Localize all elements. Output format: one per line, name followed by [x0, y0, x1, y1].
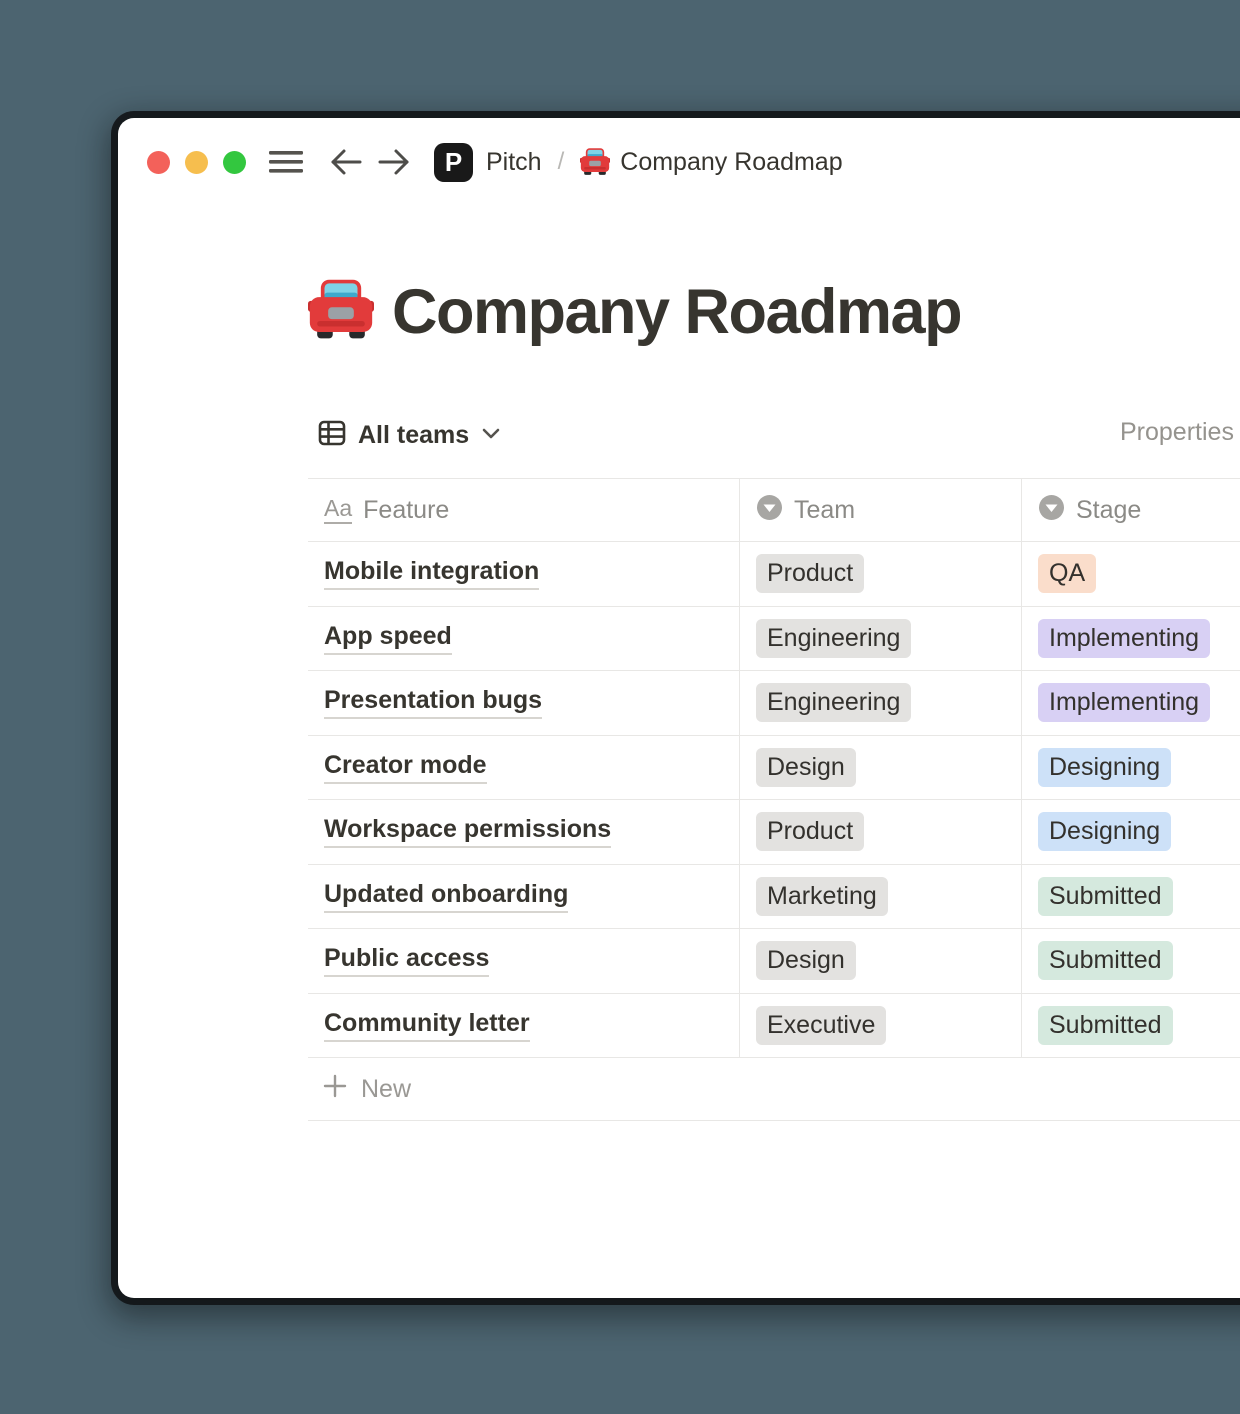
new-row-label: New [361, 1075, 411, 1104]
team-badge[interactable]: Engineering [756, 619, 911, 658]
menu-icon[interactable] [268, 149, 304, 175]
table-body: Mobile integration Product QA App speed … [308, 542, 1240, 1058]
table-row: Updated onboarding Marketing Submitted [308, 865, 1240, 930]
stage-badge[interactable]: Submitted [1038, 941, 1173, 980]
table-header-row: Aa Feature Team [308, 478, 1240, 542]
stage-cell[interactable]: Implementing [1022, 671, 1240, 735]
stage-cell[interactable]: Designing [1022, 800, 1240, 864]
select-property-icon [756, 494, 783, 526]
table-row: Workspace permissions Product Designing [308, 800, 1240, 865]
view-switcher[interactable]: All teams [318, 414, 501, 456]
table-view-icon [318, 419, 346, 452]
table-row: Presentation bugs Engineering Implementi… [308, 671, 1240, 736]
table-row: Community letter Executive Submitted [308, 994, 1240, 1059]
team-cell[interactable]: Marketing [740, 865, 1022, 929]
stage-badge[interactable]: Implementing [1038, 683, 1210, 722]
team-badge[interactable]: Product [756, 812, 864, 851]
stage-badge[interactable]: Submitted [1038, 877, 1173, 916]
column-label: Team [794, 496, 855, 525]
feature-cell[interactable]: Mobile integration [308, 542, 740, 606]
feature-cell[interactable]: App speed [308, 607, 740, 671]
stage-badge[interactable]: Submitted [1038, 1006, 1173, 1045]
feature-cell[interactable]: Workspace permissions [308, 800, 740, 864]
feature-cell[interactable]: Public access [308, 929, 740, 993]
team-cell[interactable]: Design [740, 736, 1022, 800]
car-icon [580, 147, 610, 177]
forward-arrow-icon[interactable] [378, 148, 410, 176]
pitch-logo[interactable]: P [434, 143, 473, 182]
team-badge[interactable]: Executive [756, 1006, 886, 1045]
new-row-button[interactable]: New [308, 1058, 1240, 1121]
breadcrumb-page-name[interactable]: Company Roadmap [620, 148, 842, 177]
stage-badge[interactable]: QA [1038, 554, 1096, 593]
stage-cell[interactable]: Submitted [1022, 929, 1240, 993]
breadcrumb-app-name[interactable]: Pitch [486, 148, 542, 177]
stage-badge[interactable]: Implementing [1038, 619, 1210, 658]
feature-page-link[interactable]: Updated onboarding [324, 880, 568, 913]
stage-badge[interactable]: Designing [1038, 748, 1171, 787]
page-title-text[interactable]: Company Roadmap [392, 276, 961, 348]
team-cell[interactable]: Design [740, 929, 1022, 993]
stage-cell[interactable]: Designing [1022, 736, 1240, 800]
stage-badge[interactable]: Designing [1038, 812, 1171, 851]
team-badge[interactable]: Product [756, 554, 864, 593]
roadmap-table: Aa Feature Team [308, 478, 1240, 1121]
plus-icon [322, 1073, 348, 1106]
column-header-team[interactable]: Team [740, 479, 1022, 541]
zoom-button[interactable] [223, 151, 246, 174]
feature-cell[interactable]: Updated onboarding [308, 865, 740, 929]
team-cell[interactable]: Engineering [740, 607, 1022, 671]
feature-page-link[interactable]: App speed [324, 622, 452, 655]
app-window: P Pitch / Company Roadmap [118, 118, 1240, 1298]
car-icon [308, 277, 374, 348]
team-cell[interactable]: Product [740, 542, 1022, 606]
feature-page-link[interactable]: Mobile integration [324, 557, 539, 590]
team-badge[interactable]: Design [756, 748, 856, 787]
feature-page-link[interactable]: Community letter [324, 1009, 530, 1042]
team-badge[interactable]: Marketing [756, 877, 888, 916]
column-label: Stage [1076, 496, 1141, 525]
column-label: Feature [363, 496, 449, 525]
team-cell[interactable]: Executive [740, 994, 1022, 1058]
table-row: Public access Design Submitted [308, 929, 1240, 994]
stage-cell[interactable]: QA [1022, 542, 1240, 606]
text-property-icon: Aa [324, 497, 352, 524]
select-property-icon [1038, 494, 1065, 526]
feature-cell[interactable]: Community letter [308, 994, 740, 1058]
chevron-down-icon [481, 426, 501, 445]
page-title: Company Roadmap [308, 276, 961, 348]
minimize-button[interactable] [185, 151, 208, 174]
feature-page-link[interactable]: Creator mode [324, 751, 487, 784]
feature-page-link[interactable]: Public access [324, 944, 489, 977]
feature-page-link[interactable]: Workspace permissions [324, 815, 611, 848]
stage-cell[interactable]: Submitted [1022, 994, 1240, 1058]
column-header-feature[interactable]: Aa Feature [308, 479, 740, 541]
close-button[interactable] [147, 151, 170, 174]
column-header-stage[interactable]: Stage [1022, 479, 1240, 541]
table-row: Creator mode Design Designing [308, 736, 1240, 801]
feature-page-link[interactable]: Presentation bugs [324, 686, 542, 719]
team-badge[interactable]: Design [756, 941, 856, 980]
table-row: Mobile integration Product QA [308, 542, 1240, 607]
view-label: All teams [358, 421, 469, 450]
breadcrumb-separator: / [558, 148, 565, 176]
pitch-logo-letter: P [445, 147, 462, 178]
traffic-lights [147, 151, 246, 174]
stage-cell[interactable]: Implementing [1022, 607, 1240, 671]
back-arrow-icon[interactable] [330, 148, 362, 176]
table-row: App speed Engineering Implementing [308, 607, 1240, 672]
team-cell[interactable]: Product [740, 800, 1022, 864]
team-badge[interactable]: Engineering [756, 683, 911, 722]
feature-cell[interactable]: Creator mode [308, 736, 740, 800]
properties-button[interactable]: Properties [1120, 418, 1234, 447]
titlebar: P Pitch / Company Roadmap [147, 142, 843, 182]
team-cell[interactable]: Engineering [740, 671, 1022, 735]
feature-cell[interactable]: Presentation bugs [308, 671, 740, 735]
stage-cell[interactable]: Submitted [1022, 865, 1240, 929]
